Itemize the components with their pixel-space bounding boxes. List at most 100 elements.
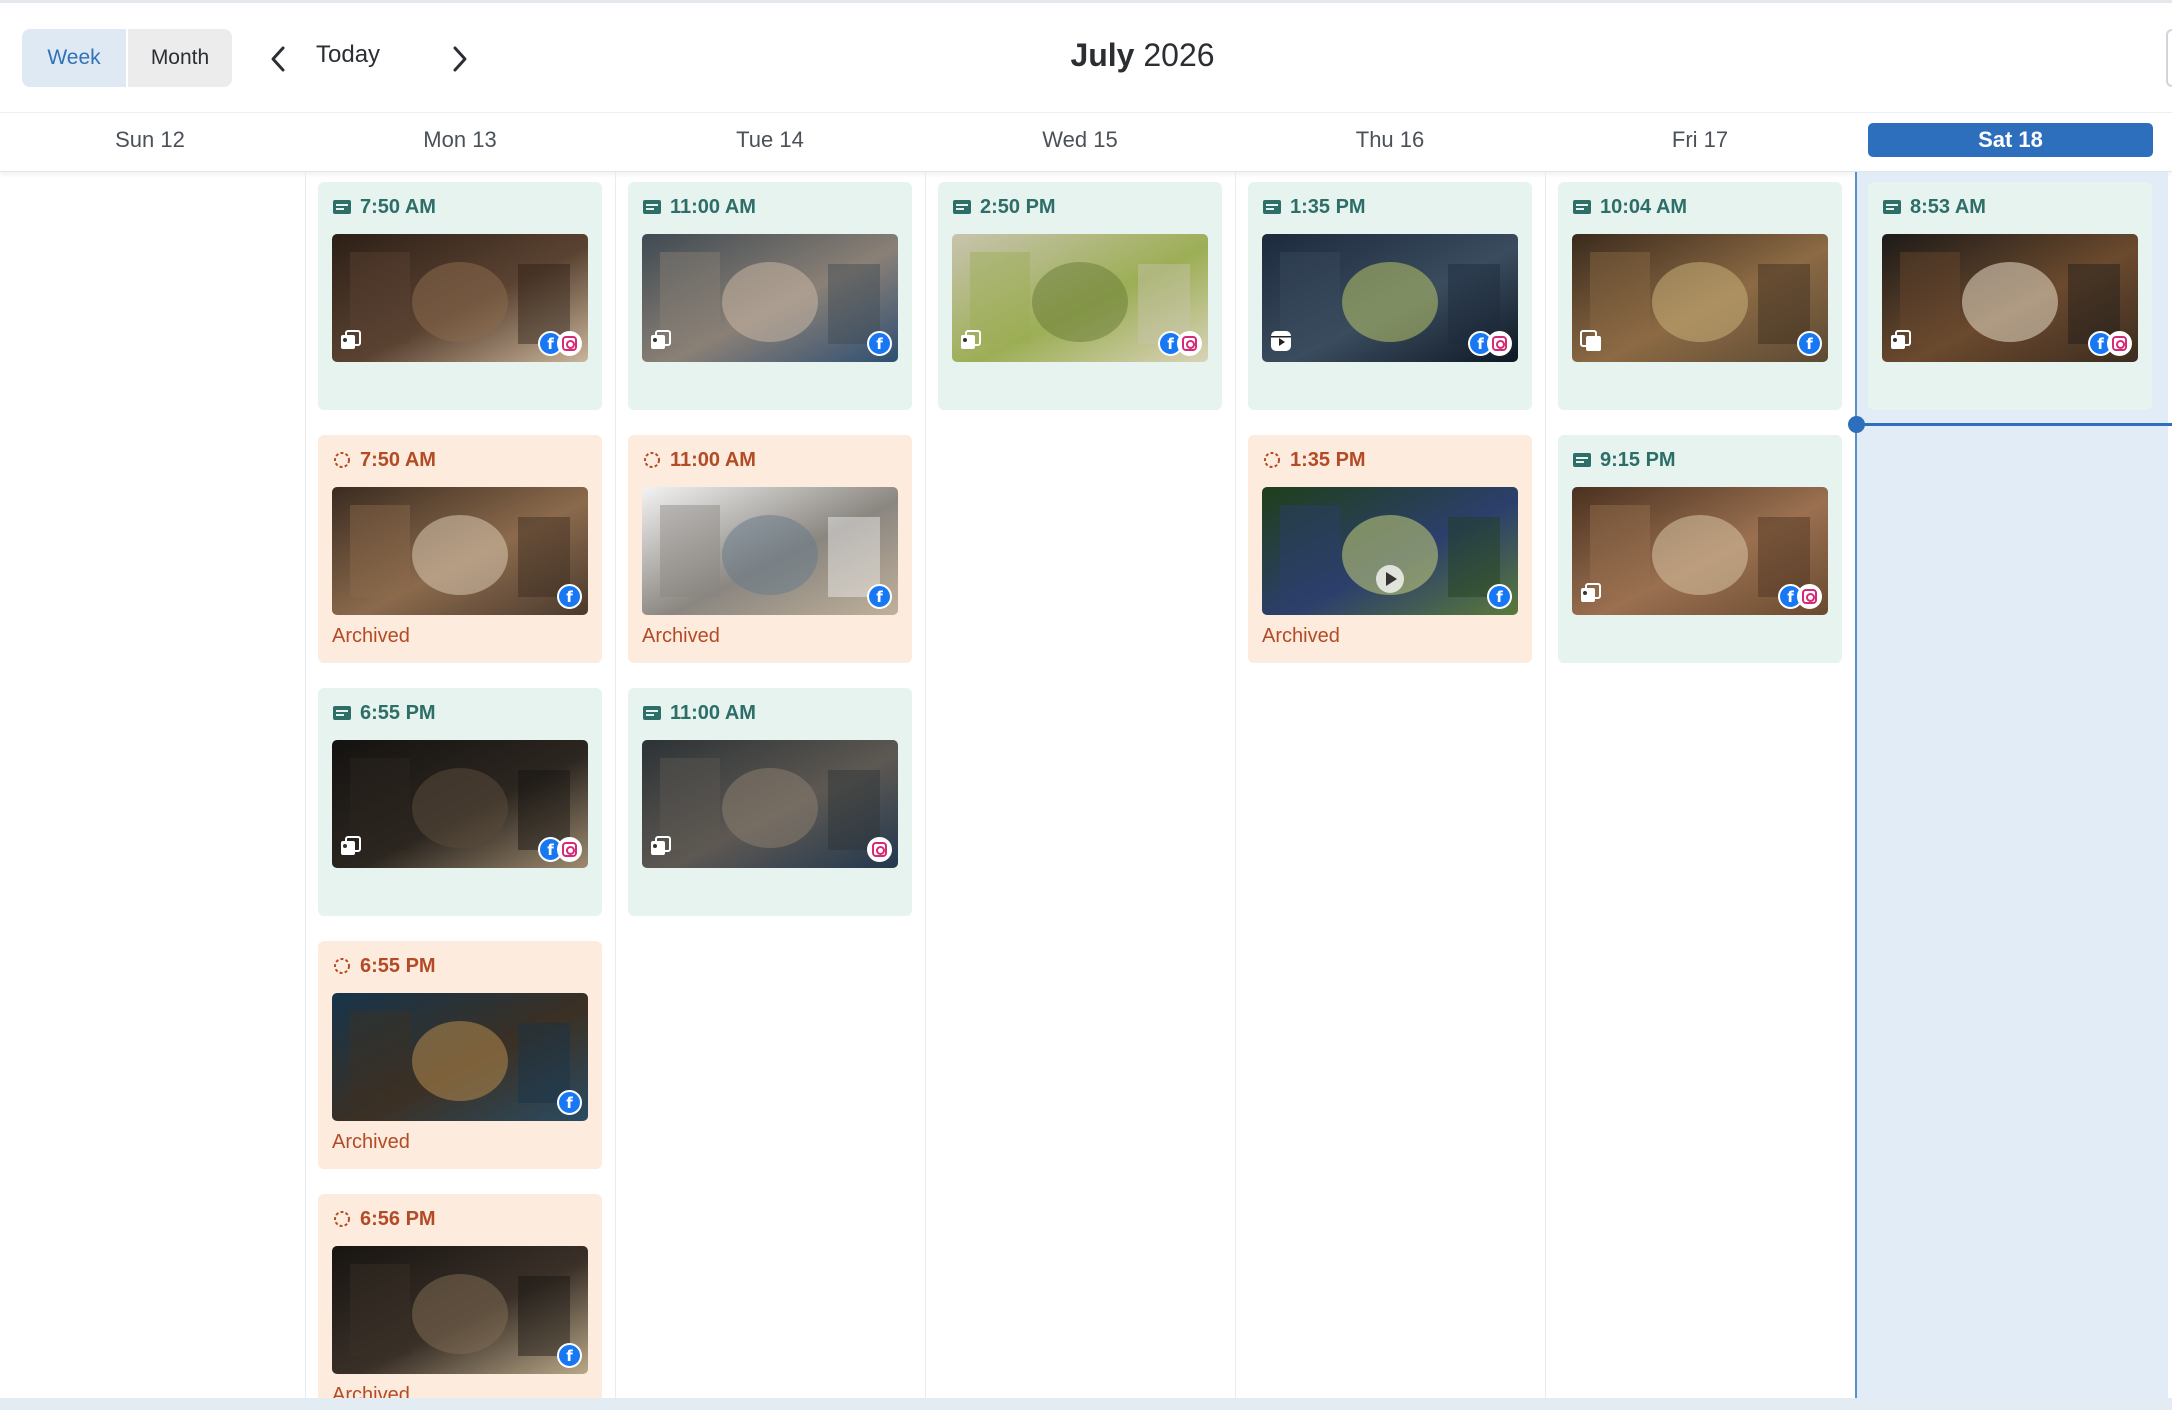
- post-icon: [1572, 450, 1592, 470]
- day-header-mon[interactable]: Mon 13: [305, 123, 615, 157]
- instagram-glyph: [2112, 336, 2127, 351]
- post-thumbnail[interactable]: f: [1572, 487, 1828, 615]
- facebook-icon: f: [1487, 584, 1512, 609]
- post-time-label: 8:53 AM: [1910, 195, 1986, 218]
- scheduled-post-card[interactable]: 6:55 PM f: [318, 688, 602, 916]
- archived-post-card[interactable]: 6:55 PM f Archived: [318, 941, 602, 1169]
- post-thumbnail[interactable]: [642, 740, 898, 868]
- day-header-sat[interactable]: Sat 18: [1868, 123, 2153, 157]
- reel-icon: [1269, 329, 1293, 353]
- network-badges: f: [1158, 331, 1202, 356]
- post-icon: [332, 703, 352, 723]
- post-time: 11:00 AM: [642, 698, 756, 728]
- network-badges: f: [2088, 331, 2132, 356]
- post-thumbnail[interactable]: f: [332, 1246, 588, 1374]
- gallery-icon: [1579, 582, 1603, 606]
- network-badges: f: [557, 1343, 582, 1368]
- post-thumbnail[interactable]: f: [1262, 487, 1518, 615]
- archived-post-card[interactable]: 11:00 AM f Archived: [628, 435, 912, 663]
- post-icon: [642, 703, 662, 723]
- facebook-icon: f: [867, 584, 892, 609]
- scheduled-post-card[interactable]: 11:00 AM: [628, 688, 912, 916]
- post-thumbnail[interactable]: f: [1572, 234, 1828, 362]
- horizontal-scrollbar[interactable]: [0, 1398, 2172, 1410]
- post-time: 6:55 PM: [332, 698, 436, 728]
- post-time: 8:53 AM: [1882, 192, 1986, 222]
- facebook-icon: f: [557, 584, 582, 609]
- month-view-button[interactable]: Month: [126, 29, 232, 87]
- column-divider: [1235, 172, 1236, 1398]
- carousel-icon: [1579, 329, 1603, 353]
- week-day-header: Sun 12 Mon 13 Tue 14 Wed 15 Thu 16 Fri 17 Sat …: [0, 112, 2172, 172]
- chevron-right-icon: [453, 46, 467, 72]
- post-thumbnail[interactable]: f: [952, 234, 1208, 362]
- scheduled-post-card[interactable]: 8:53 AM f: [1868, 182, 2152, 410]
- today-button[interactable]: Today: [316, 41, 380, 69]
- post-thumbnail[interactable]: f: [332, 487, 588, 615]
- archived-post-card[interactable]: 1:35 PM f Archived: [1248, 435, 1532, 663]
- facebook-icon: f: [557, 1090, 582, 1115]
- network-badges: f: [538, 837, 582, 862]
- post-time: 1:35 PM: [1262, 192, 1366, 222]
- post-time-label: 9:15 PM: [1600, 448, 1676, 471]
- post-icon: [1262, 197, 1282, 217]
- week-grid: 7:50 AM f 7:50 AM f Archived 6:55 PM f 6:55 PM f…: [0, 172, 2172, 1410]
- content-calendar: Week Month Today July 2026 Sun 12 Mon 13 T…: [0, 0, 2172, 1410]
- post-time-label: 10:04 AM: [1600, 195, 1688, 218]
- instagram-icon: [867, 837, 892, 862]
- post-time-label: 1:35 PM: [1290, 448, 1366, 471]
- post-thumbnail[interactable]: f: [332, 740, 588, 868]
- post-thumbnail[interactable]: f: [642, 234, 898, 362]
- network-badges: [867, 837, 892, 862]
- post-thumbnail-image: [332, 1246, 588, 1374]
- post-thumbnail-image: [332, 487, 588, 615]
- scheduled-post-card[interactable]: 10:04 AM f: [1558, 182, 1842, 410]
- post-time-label: 1:35 PM: [1290, 195, 1366, 218]
- post-thumbnail[interactable]: f: [332, 234, 588, 362]
- archived-post-card[interactable]: 7:50 AM f Archived: [318, 435, 602, 663]
- post-time-label: 6:55 PM: [360, 954, 436, 977]
- post-time: 6:56 PM: [332, 1204, 436, 1234]
- day-header-wed[interactable]: Wed 15: [925, 123, 1235, 157]
- scheduled-post-card[interactable]: 1:35 PM f: [1248, 182, 1532, 410]
- post-thumbnail[interactable]: f: [642, 487, 898, 615]
- network-badges: f: [1468, 331, 1512, 356]
- archived-post-card[interactable]: 6:56 PM f Archived: [318, 1194, 602, 1410]
- scheduled-post-card[interactable]: 9:15 PM f: [1558, 435, 1842, 663]
- day-header-thu[interactable]: Thu 16: [1235, 123, 1545, 157]
- previous-week-button[interactable]: [258, 37, 298, 81]
- scheduled-post-card[interactable]: 2:50 PM f: [938, 182, 1222, 410]
- post-time: 6:55 PM: [332, 951, 436, 981]
- post-time-label: 11:00 AM: [670, 701, 756, 724]
- network-badges: f: [867, 584, 892, 609]
- post-time: 9:15 PM: [1572, 445, 1676, 475]
- post-thumbnail[interactable]: f: [332, 993, 588, 1121]
- network-badges: f: [538, 331, 582, 356]
- pending-circle-icon: [1262, 450, 1282, 470]
- scheduled-post-card[interactable]: 7:50 AM f: [318, 182, 602, 410]
- week-view-button[interactable]: Week: [22, 29, 126, 87]
- post-time: 11:00 AM: [642, 192, 756, 222]
- day-header-sun[interactable]: Sun 12: [0, 123, 300, 157]
- scheduled-post-card[interactable]: 11:00 AM f: [628, 182, 912, 410]
- post-status-label: Archived: [332, 625, 410, 647]
- post-thumbnail-image: [332, 993, 588, 1121]
- post-thumbnail-image: [642, 740, 898, 868]
- post-thumbnail[interactable]: f: [1882, 234, 2138, 362]
- day-header-fri[interactable]: Fri 17: [1545, 123, 1855, 157]
- post-status-label: Archived: [642, 625, 720, 647]
- next-week-button[interactable]: [440, 37, 480, 81]
- post-time: 1:35 PM: [1262, 445, 1366, 475]
- instagram-icon: [1177, 331, 1202, 356]
- network-badges: f: [867, 331, 892, 356]
- post-thumbnail-image: [642, 487, 898, 615]
- day-header-tue[interactable]: Tue 14: [615, 123, 925, 157]
- network-badges: f: [1797, 331, 1822, 356]
- gallery-icon: [1889, 329, 1913, 353]
- post-status-label: Archived: [332, 1131, 410, 1153]
- post-time: 7:50 AM: [332, 445, 436, 475]
- post-thumbnail-image: [642, 234, 898, 362]
- post-thumbnail[interactable]: f: [1262, 234, 1518, 362]
- instagram-icon: [557, 837, 582, 862]
- gallery-icon: [339, 329, 363, 353]
